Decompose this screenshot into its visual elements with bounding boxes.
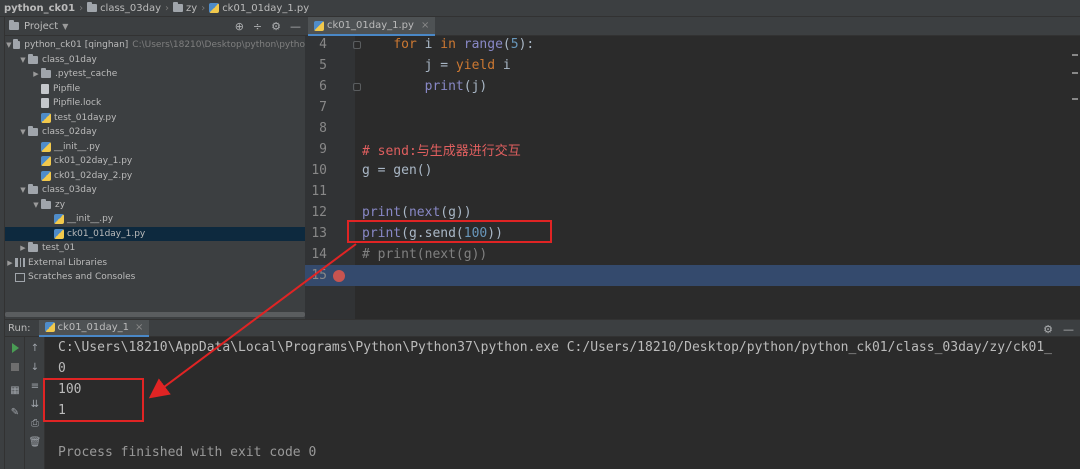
annotation-arrow [148, 243, 357, 399]
